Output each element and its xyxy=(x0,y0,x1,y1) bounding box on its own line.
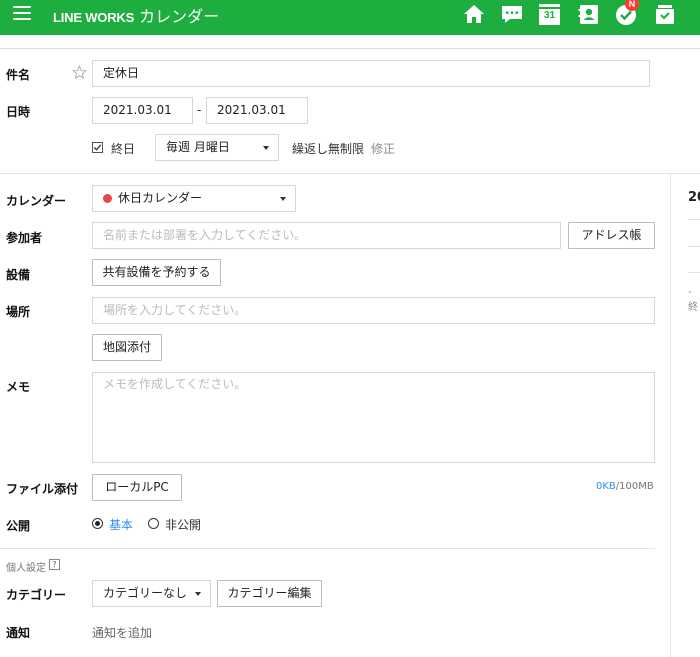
calendar-color-dot xyxy=(103,194,112,203)
visibility-public-label[interactable]: 基本 xyxy=(109,516,133,533)
top-divider xyxy=(0,48,700,49)
subject-input[interactable]: 定休日 xyxy=(92,60,650,87)
memo-label: メモ xyxy=(6,380,31,394)
calendar-value: 休日カレンダー xyxy=(118,191,203,205)
repeat-edit-link[interactable]: 修正 xyxy=(371,140,395,157)
app-header: LINE WORKS カレンダー 31 N xyxy=(0,0,700,35)
file-used: 0KB xyxy=(596,481,616,492)
all-day-label: 終日 xyxy=(111,142,136,156)
chevron-down-icon xyxy=(280,197,286,201)
date-separator: - xyxy=(197,103,202,117)
repeat-value: 毎週 月曜日 xyxy=(166,140,230,154)
side-panel-heading: 20 xyxy=(688,190,700,205)
address-book-button[interactable]: アドレス帳 xyxy=(568,222,655,249)
place-input[interactable]: 場所を入力してください。 xyxy=(92,297,655,324)
home-icon[interactable] xyxy=(462,3,486,25)
file-usage: 0KB/100MB xyxy=(596,481,654,492)
subject-label: 件名 xyxy=(6,68,31,82)
calendar-select[interactable]: 休日カレンダー xyxy=(92,185,296,212)
app-brand[interactable]: LINE WORKS カレンダー xyxy=(53,3,219,27)
attendees-label: 参加者 xyxy=(6,231,43,245)
side-divider-2 xyxy=(688,246,700,247)
chevron-down-icon xyxy=(263,146,269,150)
chevron-down-icon xyxy=(195,592,201,596)
start-date-input[interactable]: 2021.03.01 xyxy=(92,97,193,124)
file-total: /100MB xyxy=(615,481,654,492)
side-divider-1 xyxy=(688,219,700,220)
facility-reserve-button[interactable]: 共有設備を予約する xyxy=(92,259,221,286)
side-divider-3 xyxy=(688,272,700,273)
visibility-private-radio[interactable] xyxy=(148,518,159,529)
repeat-info: 繰返し無制限 xyxy=(292,142,365,156)
brand-logo: LINE WORKS xyxy=(53,10,135,25)
visibility-public-radio[interactable] xyxy=(92,518,103,529)
menu-icon[interactable] xyxy=(13,6,31,20)
app-title: カレンダー xyxy=(139,7,220,26)
help-icon[interactable]: ? xyxy=(49,559,60,570)
side-panel-item: - 終 xyxy=(688,287,698,313)
visibility-label: 公開 xyxy=(6,519,31,533)
star-icon[interactable] xyxy=(72,65,87,80)
side-panel-border xyxy=(670,173,671,657)
place-label: 場所 xyxy=(6,305,31,319)
local-pc-button[interactable]: ローカルPC xyxy=(92,474,182,501)
map-attach-button[interactable]: 地図添付 xyxy=(92,334,162,361)
category-select[interactable]: カテゴリーなし xyxy=(92,580,211,607)
category-label: カテゴリー xyxy=(6,588,67,602)
facility-label: 設備 xyxy=(6,268,31,282)
calendar-day-number: 31 xyxy=(543,10,556,21)
category-value: カテゴリーなし xyxy=(103,586,188,600)
category-edit-button[interactable]: カテゴリー編集 xyxy=(217,580,322,607)
all-day-checkbox[interactable] xyxy=(92,142,103,153)
repeat-select[interactable]: 毎週 月曜日 xyxy=(155,134,279,161)
memo-textarea[interactable]: メモを作成してください。 xyxy=(92,372,655,463)
message-icon[interactable] xyxy=(500,3,524,25)
personal-settings-label: 個人設定 xyxy=(6,563,46,574)
datetime-label: 日時 xyxy=(6,105,31,119)
calendar-icon[interactable]: 31 xyxy=(539,4,560,25)
visibility-private-label[interactable]: 非公開 xyxy=(165,516,201,533)
notify-label: 通知 xyxy=(6,626,31,640)
calendar-label: カレンダー xyxy=(6,194,67,208)
section-divider xyxy=(0,173,700,174)
contacts-icon[interactable] xyxy=(577,3,601,25)
notify-add-link[interactable]: 通知を追加 xyxy=(92,624,152,641)
personal-divider xyxy=(0,548,655,549)
file-attach-label: ファイル添付 xyxy=(6,482,79,496)
archive-icon[interactable] xyxy=(653,3,677,25)
attendees-input[interactable]: 名前または部署を入力してください。 xyxy=(92,222,561,249)
end-date-input[interactable]: 2021.03.01 xyxy=(206,97,308,124)
